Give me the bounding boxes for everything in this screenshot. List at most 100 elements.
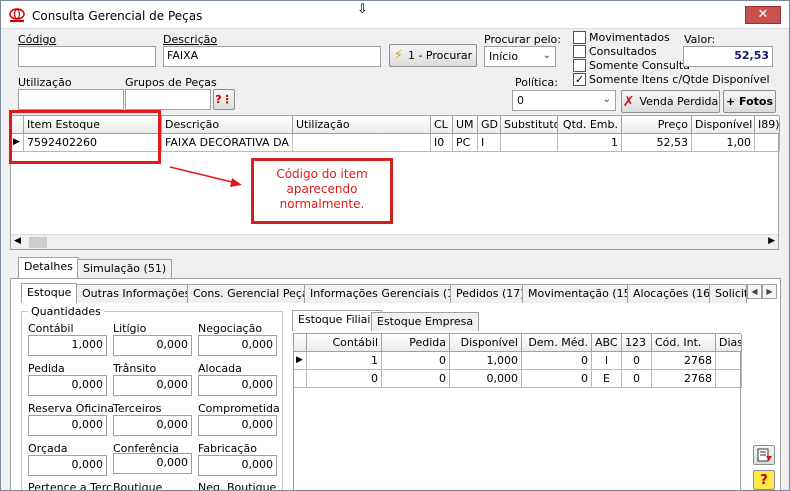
somente-itens-checkbox[interactable]: ✓ Somente Itens c/Qtde Disponível — [573, 73, 770, 86]
scrollbar-thumb[interactable] — [29, 237, 47, 248]
col-abc[interactable]: ABC — [592, 334, 622, 352]
scroll-left-icon[interactable]: ◀ — [14, 236, 21, 246]
movimentados-checkbox[interactable]: Movimentados — [573, 31, 670, 44]
help-button[interactable]: ? — [753, 470, 775, 490]
export-button[interactable] — [753, 445, 775, 465]
cell-abc[interactable]: I — [592, 352, 622, 370]
tab-estoque-empresa[interactable]: Estoque Empresa — [371, 312, 480, 331]
contabil-field[interactable]: 1,000 — [28, 335, 107, 356]
cell-dias[interactable] — [716, 352, 742, 370]
fotos-button[interactable]: + Fotos — [723, 90, 776, 113]
row-indicator-header — [294, 334, 307, 352]
comprometida-field[interactable]: 0,000 — [198, 415, 277, 436]
cell-dem-med[interactable]: 0 — [522, 352, 592, 370]
tab-outras-informacoes[interactable]: Outras Informações — [76, 284, 197, 303]
tab-alocacoes[interactable]: Alocações (16) — [627, 284, 721, 303]
cell-cl[interactable]: I0 — [431, 134, 453, 152]
col-cl[interactable]: CL — [431, 116, 453, 134]
cell-disponivel[interactable]: 1,00 — [692, 134, 755, 152]
checkbox-box — [573, 45, 586, 58]
cell-cod-int[interactable]: 2768 — [652, 370, 716, 388]
orcada-field[interactable]: 0,000 — [28, 455, 107, 476]
somente-consulta-checkbox[interactable]: Somente Consulta — [573, 59, 690, 72]
col-contabil[interactable]: Contábil — [307, 334, 382, 352]
grupos-input[interactable] — [125, 89, 211, 110]
procurar-pelo-select[interactable]: Início ⌄ — [484, 46, 556, 67]
alocada-field[interactable]: 0,000 — [198, 375, 277, 396]
col-123[interactable]: 123 — [622, 334, 652, 352]
cell-substituto[interactable] — [501, 134, 558, 152]
tab-pedidos[interactable]: Pedidos (17) — [450, 284, 531, 303]
col-preco[interactable]: Preço — [622, 116, 692, 134]
transito-field[interactable]: 0,000 — [113, 375, 192, 396]
pertence-terc-label: Pertence a Terc. — [28, 481, 116, 491]
arrow-icon — [169, 166, 242, 187]
valor-input[interactable]: 52,53 — [683, 46, 773, 67]
cell-preco[interactable]: 52,53 — [622, 134, 692, 152]
cell-abc[interactable]: E — [592, 370, 622, 388]
cell-qtd-emb[interactable]: 1 — [558, 134, 622, 152]
tab-movimentacao[interactable]: Movimentação (15) — [522, 284, 641, 303]
col-pedida[interactable]: Pedida — [382, 334, 450, 352]
reserva-oficina-field[interactable]: 0,000 — [28, 415, 107, 436]
tab-info-gerenciais[interactable]: Informações Gerenciais (14) — [304, 284, 472, 303]
tab-cons-gerencial[interactable]: Cons. Gerencial Peças — [187, 284, 321, 303]
close-button[interactable]: ✕ — [745, 6, 781, 24]
cell-descricao[interactable]: FAIXA DECORATIVA DA — [162, 134, 293, 152]
col-dias[interactable]: Dias — [716, 334, 742, 352]
cell-extra[interactable] — [755, 134, 780, 152]
cell-123[interactable]: 0 — [622, 352, 652, 370]
cell-gd[interactable]: I — [478, 134, 501, 152]
cell-disponivel[interactable]: 0,000 — [450, 370, 522, 388]
fabricacao-field[interactable]: 0,000 — [198, 455, 277, 476]
negociacao-field[interactable]: 0,000 — [198, 335, 277, 356]
cell-123[interactable]: 0 — [622, 370, 652, 388]
cell-um[interactable]: PC — [453, 134, 478, 152]
col-gd[interactable]: GD — [478, 116, 501, 134]
terceiros-field[interactable]: 0,000 — [113, 415, 192, 436]
pedida-field[interactable]: 0,000 — [28, 375, 107, 396]
tab-estoque[interactable]: Estoque — [21, 283, 78, 303]
col-qtd-emb[interactable]: Qtd. Emb. — [558, 116, 622, 134]
codigo-input[interactable] — [18, 46, 156, 67]
procurar-button[interactable]: ⚡ 1 - Procurar — [389, 44, 477, 67]
reserva-oficina-label: Reserva Oficina — [28, 402, 115, 415]
cell-dem-med[interactable]: 0 — [522, 370, 592, 388]
tab-simulacao[interactable]: Simulação (51) — [77, 259, 173, 278]
utilizacao-input[interactable] — [18, 89, 124, 110]
horizontal-scrollbar[interactable]: ◀ ▶ — [11, 234, 778, 249]
tab-detalhes[interactable]: Detalhes — [18, 257, 79, 279]
cell-utilizacao[interactable] — [293, 134, 431, 152]
col-utilizacao[interactable]: Utilização — [293, 116, 431, 134]
grupos-label: Grupos de Peças — [125, 76, 217, 89]
cell-contabil[interactable]: 1 — [307, 352, 382, 370]
cell-cod-int[interactable]: 2768 — [652, 352, 716, 370]
cell-dias[interactable] — [716, 370, 742, 388]
tab-estoque-filiais[interactable]: Estoque Filiais — [292, 310, 383, 331]
consultados-checkbox[interactable]: Consultados — [573, 45, 657, 58]
col-disponivel[interactable]: Disponível — [692, 116, 755, 134]
politica-select[interactable]: 0 ⌄ — [512, 90, 616, 111]
conferencia-field[interactable]: 0,000 — [113, 453, 192, 474]
tabs-next-icon[interactable]: ▶ — [762, 284, 777, 299]
codigo-label: Código — [18, 33, 57, 46]
tabs-prev-icon[interactable]: ◀ — [747, 284, 762, 299]
col-dem-med[interactable]: Dem. Méd. — [522, 334, 592, 352]
venda-perdida-button[interactable]: ✗ Venda Perdida — [621, 90, 720, 113]
col-um[interactable]: UM — [453, 116, 478, 134]
tab-solicita[interactable]: Solicita — [709, 284, 747, 303]
col-cod-int[interactable]: Cód. Int. — [652, 334, 716, 352]
descricao-input[interactable]: FAIXA — [163, 46, 381, 67]
cell-contabil[interactable]: 0 — [307, 370, 382, 388]
scroll-right-icon[interactable]: ▶ — [768, 236, 775, 246]
cell-pedida[interactable]: 0 — [382, 370, 450, 388]
grupos-lookup-button[interactable]: ?⋮ — [213, 89, 235, 110]
col-disponivel[interactable]: Disponível — [450, 334, 522, 352]
col-extra[interactable]: I89) — [755, 116, 780, 134]
col-descricao[interactable]: Descrição — [162, 116, 293, 134]
cell-pedida[interactable]: 0 — [382, 352, 450, 370]
col-substituto[interactable]: Substituto — [501, 116, 558, 134]
cell-disponivel[interactable]: 1,000 — [450, 352, 522, 370]
litigio-field[interactable]: 0,000 — [113, 335, 192, 356]
movimentados-label: Movimentados — [589, 31, 670, 44]
